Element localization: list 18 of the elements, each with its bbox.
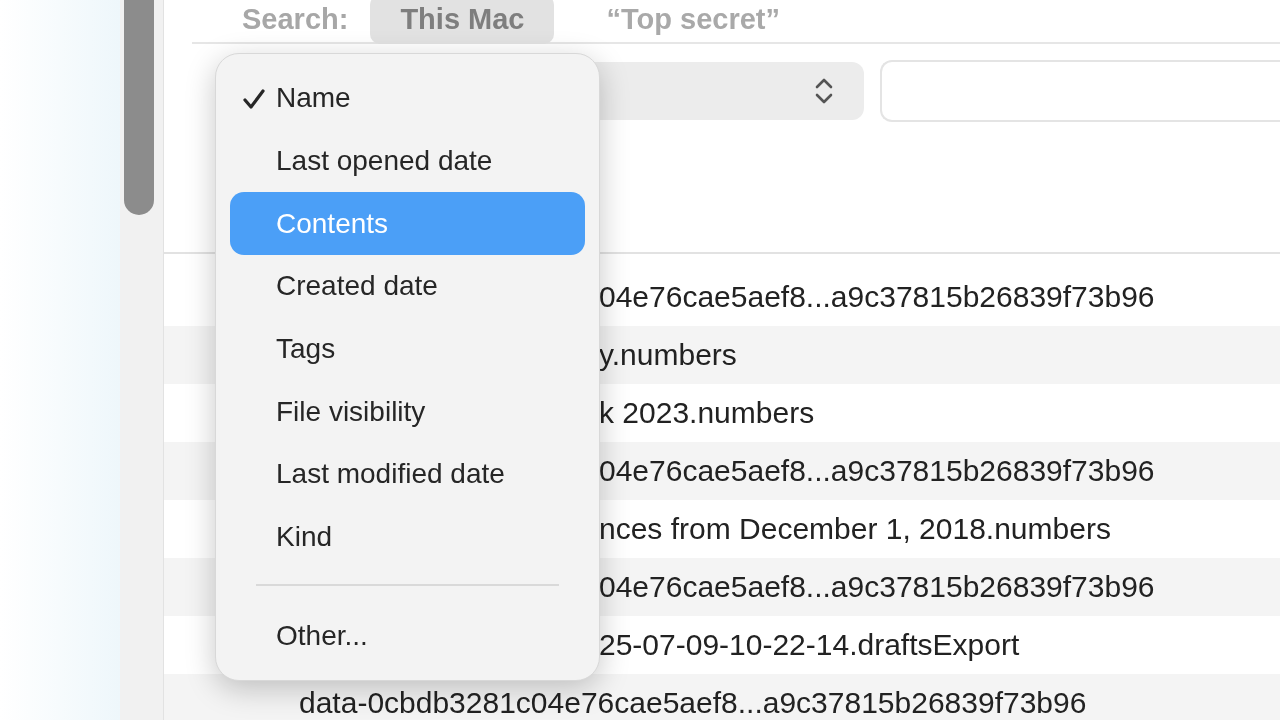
scrollbar-thumb[interactable]	[124, 0, 154, 215]
file-name[interactable]: 04e76cae5aef8...a9c37815b26839f73b96	[599, 280, 1155, 314]
menu-item[interactable]: Other...	[230, 604, 585, 667]
file-name[interactable]: k 2023.numbers	[599, 396, 815, 430]
chevron-updown-icon	[814, 76, 834, 106]
file-name[interactable]: y.numbers	[599, 338, 737, 372]
menu-item[interactable]: Last opened date	[230, 129, 585, 193]
menu-item[interactable]: File visibility	[230, 380, 585, 444]
search-label: Search:	[242, 2, 349, 36]
file-name[interactable]: 25-07-09-10-22-14.draftsExport	[599, 628, 1020, 662]
search-value-field[interactable]	[880, 60, 1280, 122]
menu-item[interactable]: Created date	[230, 255, 585, 318]
menu-item[interactable]: Tags	[230, 317, 585, 381]
menu-item[interactable]: Name	[230, 67, 585, 130]
file-name[interactable]: 04e76cae5aef8...a9c37815b26839f73b96	[599, 454, 1155, 488]
menu-item[interactable]: Kind	[230, 505, 585, 569]
menu-item[interactable]: Last modified date	[230, 443, 585, 506]
file-name[interactable]: nces from December 1, 2018.numbers	[599, 512, 1111, 546]
